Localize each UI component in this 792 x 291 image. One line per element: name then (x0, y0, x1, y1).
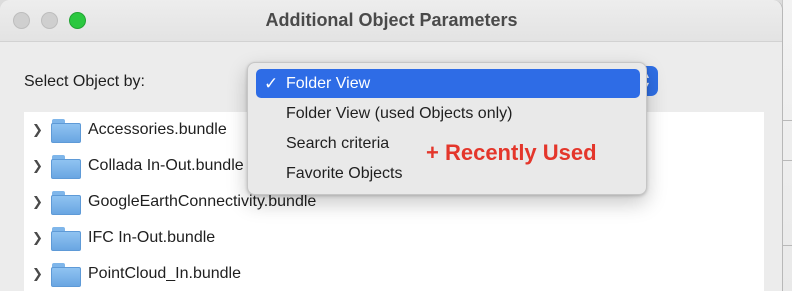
tree-row-label: Accessories.bundle (88, 121, 227, 138)
menu-item-folder-view[interactable]: ✓ Folder View (256, 69, 640, 98)
checkmark-icon: ✓ (264, 74, 279, 93)
menu-item-label: Favorite Objects (286, 165, 403, 182)
disclosure-triangle-icon[interactable]: ❯ (32, 230, 43, 246)
menu-item-label: Search criteria (286, 135, 390, 152)
disclosure-triangle-icon[interactable]: ❯ (32, 122, 43, 138)
tree-row-label: PointCloud_In.bundle (88, 265, 242, 282)
window-title: Additional Object Parameters (265, 10, 518, 30)
tree-row-label: Collada In-Out.bundle (88, 157, 244, 174)
background-window (782, 0, 792, 291)
select-object-dropdown-menu: ✓ Folder View Folder View (used Objects … (247, 62, 647, 195)
recently-used-annotation: + Recently Used (426, 140, 597, 165)
menu-item-label: Folder View (286, 75, 371, 92)
folder-icon (50, 261, 82, 287)
tree-row[interactable]: ❯ PointCloud_In.bundle (24, 256, 764, 291)
disclosure-triangle-icon[interactable]: ❯ (32, 194, 43, 210)
title-bar: Additional Object Parameters (0, 0, 782, 42)
folder-icon (50, 117, 82, 143)
tree-row-label: GoogleEarthConnectivity.bundle (88, 193, 317, 210)
dialog-window: Additional Object Parameters Select Obje… (0, 0, 783, 291)
tree-row[interactable]: ❯ IFC In-Out.bundle (24, 220, 764, 256)
disclosure-triangle-icon[interactable]: ❯ (32, 266, 43, 282)
tree-row-label: IFC In-Out.bundle (88, 229, 216, 246)
folder-icon (50, 189, 82, 215)
menu-item-folder-view-used-only[interactable]: Folder View (used Objects only) (256, 99, 640, 128)
select-object-label: Select Object by: (24, 73, 145, 90)
disclosure-triangle-icon[interactable]: ❯ (32, 158, 43, 174)
folder-icon (50, 225, 82, 251)
folder-icon (50, 153, 82, 179)
menu-item-label: Folder View (used Objects only) (286, 105, 513, 122)
